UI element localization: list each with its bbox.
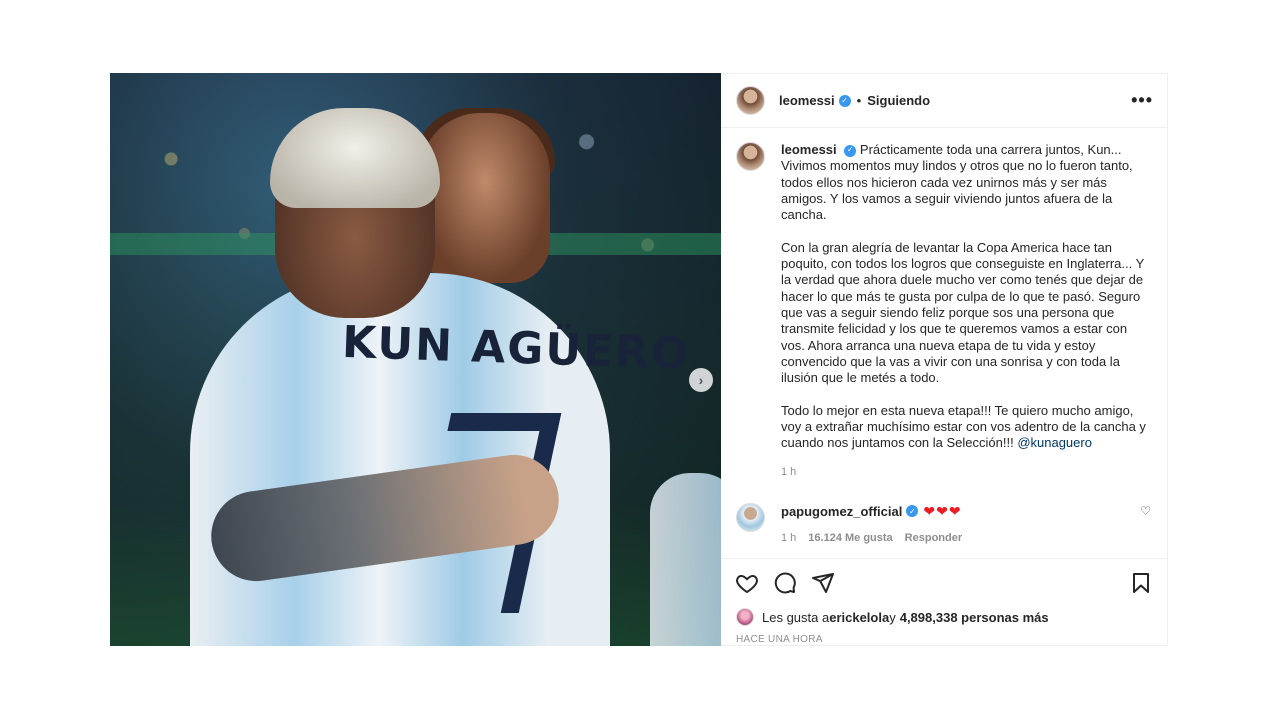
comment-time[interactable]: 1 h [781,532,796,544]
author-username[interactable]: leomessi [779,93,835,108]
comment-like-icon[interactable]: ♡ [1140,504,1151,518]
likes-count[interactable]: 4,898,338 personas más [900,610,1049,625]
liker-avatar[interactable] [736,608,754,626]
comments-section[interactable]: leomessi ✓ Prácticamente toda una carrer… [721,128,1167,558]
bookmark-icon[interactable] [1129,571,1153,595]
verified-badge-icon: ✓ [906,505,919,518]
action-bar [721,558,1167,606]
commenter-username[interactable]: papugomez_official [781,504,902,519]
commenter-avatar[interactable] [736,502,765,532]
comment-likes[interactable]: 16.124 Me gusta [808,532,892,544]
post-image[interactable]: KUN AGÜERO › [110,73,721,646]
verified-badge-icon: ✓ [838,94,851,107]
background-player [650,473,721,646]
reply-button[interactable]: Responder [905,532,962,544]
post-sidebar: leomessi ✓ • Siguiendo ••• leomessi ✓ Pr… [721,73,1168,646]
caption-paragraph-2: Con la gran alegría de levantar la Copa … [781,239,1145,386]
caption-time[interactable]: 1 h [781,464,1151,480]
instagram-post: KUN AGÜERO › leomessi ✓ • Siguiendo ••• … [110,73,1168,646]
likes-summary: Les gusta a erickelola y 4,898,338 perso… [721,606,1167,628]
likes-middle: y [889,609,896,625]
caption-avatar[interactable] [736,142,765,171]
likes-prefix: Les gusta a [762,609,830,625]
following-button[interactable]: Siguiendo [867,93,930,108]
comment-hearts: ❤❤❤ [923,502,962,519]
caption-username[interactable]: leomessi [781,142,837,157]
caption: leomessi ✓ Prácticamente toda una carrer… [736,142,1151,480]
post-header: leomessi ✓ • Siguiendo ••• [721,74,1167,128]
more-options-icon[interactable]: ••• [1131,90,1153,111]
comment-icon[interactable] [773,571,797,595]
share-icon[interactable] [811,571,835,595]
caption-text: leomessi ✓ Prácticamente toda una carrer… [781,142,1151,480]
player-face [420,113,550,283]
post-timestamp[interactable]: HACE UNA HORA [721,628,1167,645]
separator-dot: • [856,93,862,108]
chevron-right-icon: › [698,372,704,388]
liker-username[interactable]: erickelola [829,610,889,625]
verified-badge-icon: ✓ [844,144,857,157]
author-avatar[interactable] [736,86,765,115]
heart-icon[interactable] [735,571,759,595]
next-image-button[interactable]: › [689,368,713,392]
mention-link[interactable]: @kunaguero [1017,435,1092,450]
comment-item: papugomez_official ✓ ❤❤❤ ♡ 1 h 16.124 Me… [736,502,1151,544]
